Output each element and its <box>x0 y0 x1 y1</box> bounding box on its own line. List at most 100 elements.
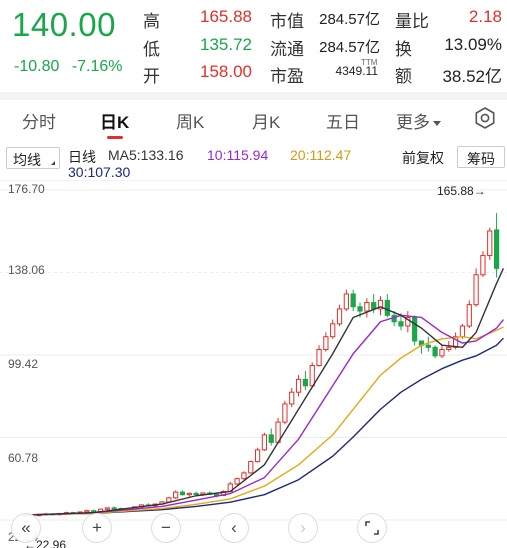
zoom-out-button[interactable]: − <box>151 513 181 543</box>
ma30-value: 30:107.30 <box>68 164 131 180</box>
dropdown-arrow-icon <box>433 121 441 127</box>
pe-label: 市盈 <box>270 67 304 86</box>
turnover-label: 换 <box>395 40 412 59</box>
ma30-line <box>25 337 504 516</box>
y-tick-label: 176.70 <box>8 182 45 196</box>
candle <box>446 346 452 350</box>
chevron-right-icon: › <box>300 518 306 537</box>
candle <box>371 302 377 310</box>
indicator-select[interactable]: 均线 <box>6 147 60 169</box>
candle <box>493 229 500 269</box>
scroll-left-fast-button[interactable]: « <box>11 513 41 543</box>
high-value: 165.88 <box>200 7 252 26</box>
candle <box>295 378 302 393</box>
scroll-right-button[interactable]: › <box>288 513 318 543</box>
candle <box>261 434 268 451</box>
ma5-value: MA5:133.16 <box>108 147 184 163</box>
open-label: 开 <box>143 67 160 86</box>
candle <box>432 346 438 357</box>
scroll-left-button[interactable]: ‹ <box>219 513 249 543</box>
tab-weekly-k[interactable]: 周K <box>176 108 204 133</box>
section-divider <box>0 92 507 100</box>
y-tick-label: 138.06 <box>8 263 45 277</box>
change-percent: -7.16% <box>71 58 123 75</box>
kline-chart[interactable] <box>0 180 507 548</box>
candle <box>343 293 349 310</box>
tab-more[interactable]: 更多 <box>396 108 441 133</box>
zoom-in-button[interactable]: + <box>82 513 112 543</box>
candle <box>316 348 322 367</box>
chevron-left-icon: ‹ <box>231 518 237 537</box>
float-label: 流通 <box>270 40 304 59</box>
active-tab-indicator <box>107 136 123 139</box>
settings-icon[interactable] <box>473 106 497 130</box>
candle <box>384 299 390 316</box>
low-value: 135.72 <box>200 35 252 54</box>
candle <box>282 403 288 423</box>
period-tabs: 分时 日K 周K 月K 五日 更多 <box>0 100 507 140</box>
candle <box>104 507 110 510</box>
candle <box>330 323 336 338</box>
amount-label: 额 <box>395 67 412 86</box>
candle <box>473 274 479 306</box>
ma10-line <box>25 314 504 516</box>
candle <box>254 449 261 463</box>
volratio-value: 2.18 <box>468 7 502 26</box>
candle <box>173 491 179 499</box>
candle <box>357 306 363 312</box>
indicator-select-label: 均线 <box>13 152 41 168</box>
ma10-value: 10:115.94 <box>207 147 269 163</box>
candle <box>350 293 356 308</box>
fullscreen-button[interactable] <box>357 513 387 543</box>
candle <box>487 230 493 257</box>
y-tick-label: 60.78 <box>8 451 39 465</box>
candle <box>425 344 431 348</box>
open-value: 158.00 <box>200 62 252 81</box>
mktcap-value: 284.57亿 <box>319 11 380 28</box>
candle <box>193 492 199 495</box>
candle <box>91 510 97 513</box>
candle <box>241 472 247 480</box>
max-price-marker: 165.88→ <box>437 184 486 198</box>
candle <box>84 510 90 513</box>
candle <box>309 365 315 387</box>
candle <box>111 507 117 510</box>
pe-value: 4349.11 <box>335 64 379 78</box>
candle <box>364 302 370 312</box>
candle <box>302 378 309 387</box>
candle <box>268 434 274 443</box>
tab-monthly-k[interactable]: 月K <box>252 108 280 133</box>
tab-five-day[interactable]: 五日 <box>326 108 360 133</box>
candle <box>412 316 418 342</box>
y-tick-label: 99.42 <box>8 357 39 371</box>
candle <box>289 391 295 405</box>
candle <box>398 321 404 327</box>
candle <box>439 348 445 357</box>
candle <box>234 478 240 485</box>
tab-more-label: 更多 <box>396 113 430 132</box>
low-label: 低 <box>143 40 160 59</box>
candle <box>186 492 192 496</box>
candle <box>336 308 343 325</box>
change-amount: -10.80 <box>14 58 60 75</box>
high-label: 高 <box>143 12 160 31</box>
candle <box>179 491 186 496</box>
indicator-bar: 均线 日线 MA5:133.16 10:115.94 20:112.47 30:… <box>0 142 507 182</box>
last-price: 140.00 <box>12 6 116 43</box>
price-change: -10.80 -7.16% <box>14 58 131 76</box>
float-value: 284.57亿 <box>319 39 380 56</box>
candle <box>480 255 486 276</box>
turnover-value: 13.09% <box>444 35 502 54</box>
chip-button[interactable]: 筹码 <box>457 146 505 168</box>
tab-daily-k[interactable]: 日K <box>100 108 129 133</box>
candle <box>466 304 472 327</box>
tab-intraday[interactable]: 分时 <box>22 108 56 133</box>
adjust-mode[interactable]: 前复权 <box>402 148 444 168</box>
candle <box>248 461 254 474</box>
amount-value: 38.52亿 <box>442 67 502 86</box>
minus-icon: − <box>161 518 171 537</box>
volratio-label: 量比 <box>395 12 429 31</box>
candle <box>323 336 329 350</box>
quote-panel: 140.00 -10.80 -7.16% 高 165.88 低 135.72 开… <box>0 0 507 88</box>
select-corner-icon <box>51 161 55 165</box>
